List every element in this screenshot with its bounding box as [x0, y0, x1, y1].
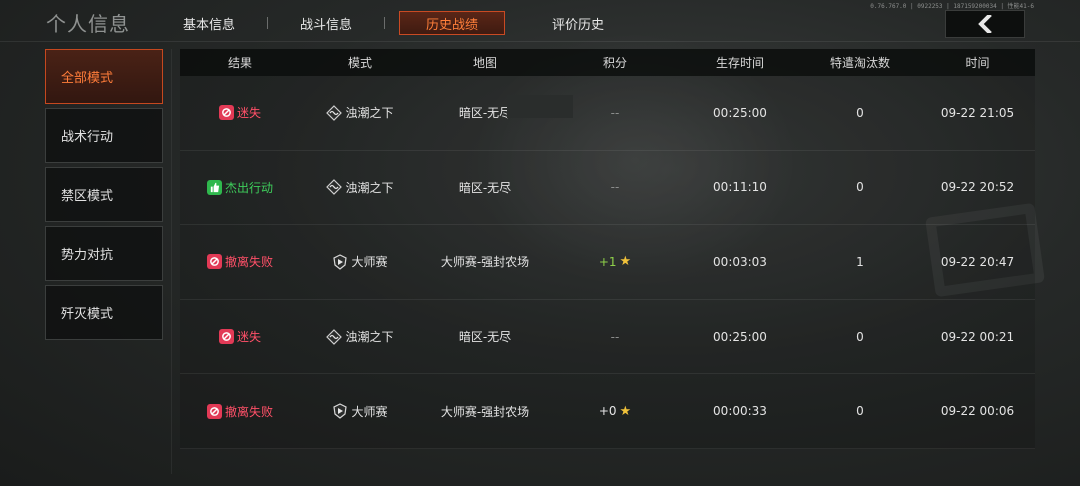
master-shield-icon: [332, 403, 348, 419]
score-cell: +1 ★: [550, 254, 680, 269]
mode-cell: 浊潮之下: [300, 328, 420, 345]
eliminations-cell: 0: [856, 404, 864, 419]
tab-divider: [384, 17, 386, 29]
redaction-block: [507, 95, 573, 118]
lost-signal-icon: [206, 254, 222, 270]
sidebar-item-annihilation[interactable]: 歼灭模式: [45, 285, 163, 340]
eliminations-cell: 1: [856, 254, 864, 269]
match-time-cell: 09-22 20:47: [940, 254, 1015, 269]
mode-label: 浊潮之下: [345, 180, 394, 195]
table-row[interactable]: 撤离失败 大师赛 大师赛-强封农场 +1 ★ 00:03:03 1 09-22 20:47: [180, 225, 1035, 300]
sidebar-item-all-modes[interactable]: 全部模式: [45, 49, 163, 104]
tab-battle-info[interactable]: 战斗信息: [282, 11, 370, 35]
eliminations-cell: 0: [856, 329, 864, 344]
master-shield-icon: [332, 254, 348, 270]
result-label: 撤离失败: [224, 255, 273, 270]
column-header-map: 地图: [472, 56, 497, 70]
build-status-text: 0.76.767.0 | 0922253 | 187159200034 | 性能…: [870, 3, 1034, 10]
column-header-mode: 模式: [347, 56, 372, 70]
column-header-time: 时间: [965, 56, 990, 70]
mode-cell: 浊潮之下: [300, 179, 420, 196]
result-cell: 迷失: [180, 328, 300, 345]
table-header: 结果 模式 地图 积分 生存时间 特遣淘汰数 时间: [180, 49, 1035, 76]
table-body: 迷失 浊潮之下 暗区-无尽 -- 00:25:00 0 09-22 21:05 杰出行动 浊潮之…: [180, 76, 1035, 449]
match-time-cell: 09-22 21:05: [940, 105, 1015, 120]
score-value: --: [610, 105, 620, 120]
back-button[interactable]: [945, 10, 1025, 38]
score-value: +0: [598, 404, 617, 419]
mode-label: 大师赛: [351, 404, 388, 419]
tab-history-records[interactable]: 历史战绩: [399, 11, 506, 35]
score-cell: --: [550, 330, 680, 344]
match-time-cell: 09-22 20:52: [940, 180, 1015, 195]
star-icon: ★: [619, 403, 632, 419]
tab-divider: [267, 17, 269, 29]
sidebar-item-restricted-zone[interactable]: 禁区模式: [45, 167, 163, 222]
survival-time-cell: 00:25:00: [713, 329, 767, 344]
eliminations-cell: 0: [856, 180, 864, 195]
score-value: +1: [598, 254, 617, 269]
top-bar: 个人信息 基本信息 战斗信息 历史战绩 评价历史 0.76.767.0 | 09…: [0, 0, 1080, 42]
column-header-score: 积分: [602, 56, 627, 70]
result-cell: 迷失: [180, 104, 300, 121]
mode-label: 浊潮之下: [345, 330, 394, 345]
sidebar-item-faction-war[interactable]: 势力对抗: [45, 226, 163, 281]
column-header-eliminations: 特遣淘汰数: [829, 56, 890, 70]
column-header-result: 结果: [227, 56, 252, 70]
table-row[interactable]: 杰出行动 浊潮之下 暗区-无尽 -- 00:11:10 0 09-22 20:52: [180, 150, 1035, 226]
lost-signal-icon: [218, 105, 234, 121]
map-cell: 暗区-无尽: [458, 180, 512, 195]
thumbs-up-icon: [206, 179, 222, 195]
table-row[interactable]: 撤离失败 大师赛 大师赛-强封农场 +0 ★ 00:00:33 0 09-22 00:06: [180, 374, 1035, 449]
mode-cell: 大师赛: [300, 253, 420, 270]
tab-basic-info[interactable]: 基本信息: [165, 11, 253, 35]
result-label: 迷失: [236, 106, 261, 121]
survival-time-cell: 00:25:00: [713, 105, 767, 120]
mode-label: 大师赛: [351, 255, 388, 270]
score-value: --: [610, 329, 620, 344]
tab-review-history[interactable]: 评价历史: [534, 11, 622, 35]
wave-emblem-icon: [326, 179, 343, 196]
chevron-left-icon: [978, 15, 992, 33]
survival-time-cell: 00:00:33: [713, 404, 767, 419]
survival-time-cell: 00:03:03: [713, 254, 767, 269]
result-label: 撤离失败: [224, 404, 273, 419]
match-history-table: 结果 模式 地图 积分 生存时间 特遣淘汰数 时间 迷失 浊潮之下 暗区-无尽 -- 0…: [180, 49, 1035, 449]
mode-cell: 浊潮之下: [300, 104, 420, 121]
wave-emblem-icon: [326, 328, 343, 345]
tab-bar: 基本信息 战斗信息 历史战绩 评价历史: [165, 10, 622, 36]
map-cell: 大师赛-强封农场: [440, 255, 530, 270]
column-header-survival-time: 生存时间: [715, 56, 764, 70]
match-time-cell: 09-22 00:06: [940, 404, 1015, 419]
star-icon: ★: [619, 254, 632, 270]
sidebar-divider: [171, 49, 172, 474]
mode-label: 浊潮之下: [345, 106, 394, 121]
result-cell: 撤离失败: [180, 403, 300, 420]
score-cell: +0 ★: [550, 404, 680, 419]
map-cell: 大师赛-强封农场: [440, 404, 530, 419]
mode-sidebar: 全部模式 战术行动 禁区模式 势力对抗 歼灭模式: [45, 49, 163, 344]
result-cell: 杰出行动: [180, 179, 300, 196]
score-cell: --: [550, 180, 680, 194]
eliminations-cell: 0: [856, 105, 864, 120]
page-title: 个人信息: [46, 12, 130, 36]
wave-emblem-icon: [326, 104, 343, 121]
table-row[interactable]: 迷失 浊潮之下 暗区-无尽 -- 00:25:00 0 09-22 00:21: [180, 299, 1035, 375]
match-time-cell: 09-22 00:21: [940, 329, 1015, 344]
map-cell: 暗区-无尽: [458, 330, 512, 345]
result-cell: 撤离失败: [180, 253, 300, 270]
mode-cell: 大师赛: [300, 403, 420, 420]
sidebar-item-tactical-ops[interactable]: 战术行动: [45, 108, 163, 163]
lost-signal-icon: [218, 329, 234, 345]
table-row[interactable]: 迷失 浊潮之下 暗区-无尽 -- 00:25:00 0 09-22 21:05: [180, 76, 1035, 151]
result-label: 杰出行动: [224, 180, 273, 195]
result-label: 迷失: [236, 330, 261, 345]
score-value: --: [610, 180, 620, 195]
survival-time-cell: 00:11:10: [713, 180, 767, 195]
lost-signal-icon: [206, 403, 222, 419]
